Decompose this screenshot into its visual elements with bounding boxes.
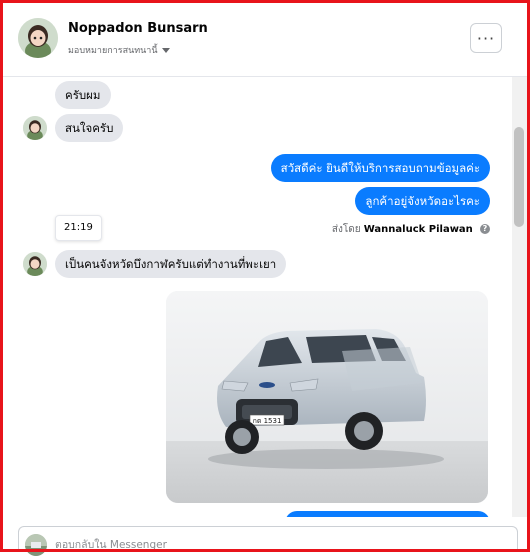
- sender-avatar: [23, 252, 47, 276]
- sent-by-name: Wannaluck Pilawan: [363, 224, 473, 235]
- reply-input[interactable]: [55, 536, 495, 554]
- message-thread[interactable]: ครับผม สนใจครับ สวัสดีค่ะ ยินดีให้บริการ…: [3, 77, 512, 517]
- car-photo-attachment[interactable]: กต 1531: [166, 291, 488, 503]
- more-button[interactable]: ···: [470, 23, 502, 53]
- scrollbar-thumb[interactable]: [514, 127, 524, 227]
- sender-avatar: [23, 116, 47, 140]
- outgoing-message: สวัสดีค่ะ ยินดีให้บริการสอบถามข้อมูลค่ะ: [270, 154, 490, 182]
- page-avatar: [25, 534, 47, 556]
- thread-scrollbar[interactable]: [512, 77, 527, 517]
- assign-conversation-dropdown[interactable]: มอบหมายการสนทนานี้: [68, 43, 170, 57]
- incoming-message: ครับผม: [55, 81, 111, 109]
- sent-by-prefix: ส่งโดย: [331, 224, 361, 235]
- incoming-message: สนใจครับ: [55, 114, 124, 142]
- outgoing-message: ลูกค้าอยู่จังหวัดอะไรคะ: [355, 187, 490, 215]
- reply-composer: [18, 526, 518, 556]
- contact-avatar[interactable]: [18, 18, 58, 58]
- more-icon: ···: [476, 28, 496, 48]
- assign-label: มอบหมายการสนทนานี้: [68, 46, 158, 56]
- incoming-message: เป็นคนจังหวัดบึงกาฬครับแต่ทำงานที่พะเยา: [55, 250, 287, 278]
- contact-name[interactable]: Noppadon Bunsarn: [68, 21, 208, 36]
- license-plate: กต 1531: [253, 417, 282, 425]
- outgoing-message-partial: [285, 511, 490, 517]
- sent-by-info: ส่งโดย Wannaluck Pilawan ?: [332, 222, 490, 237]
- info-icon[interactable]: ?: [480, 224, 490, 234]
- caret-down-icon: [161, 48, 170, 53]
- conversation-header: Noppadon Bunsarn มอบหมายการสนทนานี้ ···: [3, 3, 527, 77]
- timestamp-tooltip: 21:19: [55, 215, 102, 241]
